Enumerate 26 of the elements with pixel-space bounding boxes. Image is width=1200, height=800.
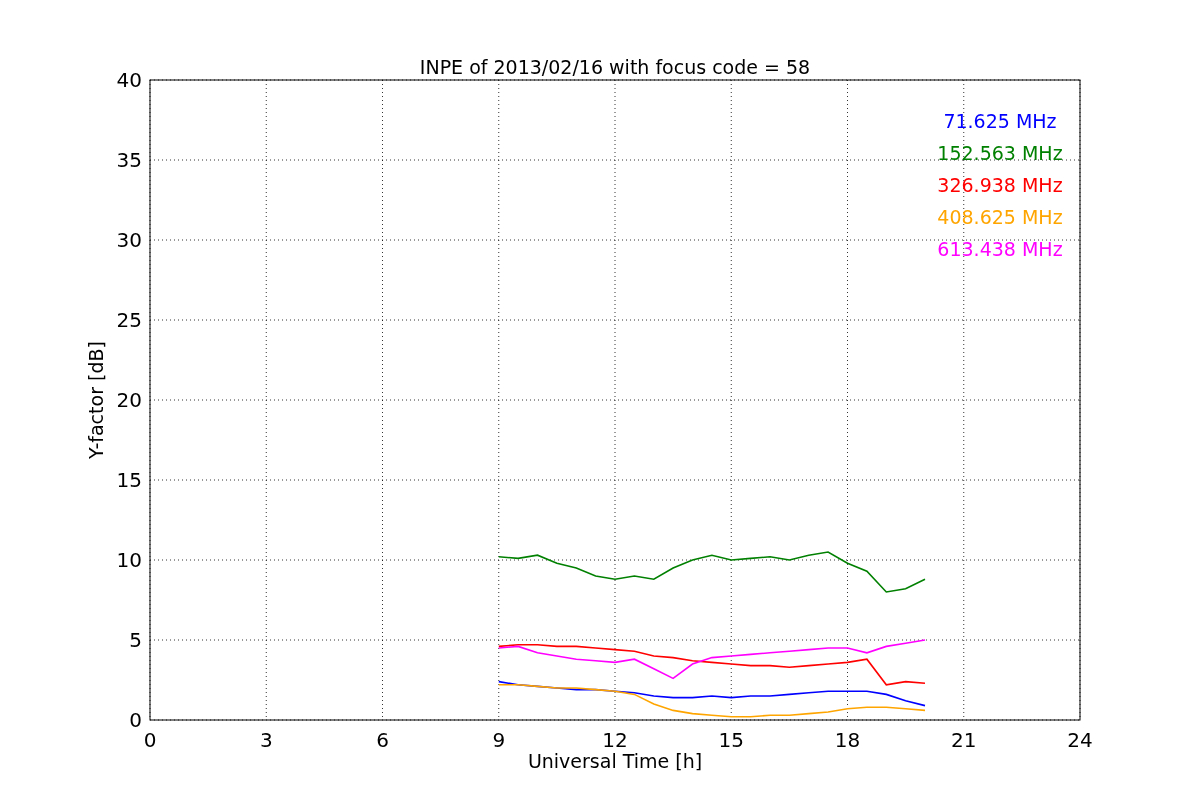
chart-title: INPE of 2013/02/16 with focus code = 58 xyxy=(419,56,811,78)
legend-label: 326.938 MHz xyxy=(937,174,1063,196)
y-tick-label: 25 xyxy=(116,308,142,332)
x-tick-label: 12 xyxy=(602,728,628,752)
y-tick-label: 35 xyxy=(116,148,142,172)
y-tick-label: 30 xyxy=(116,228,142,252)
x-tick-label: 6 xyxy=(376,728,389,752)
legend-label: 613.438 MHz xyxy=(937,238,1063,260)
x-axis-label: Universal Time [h] xyxy=(527,750,703,772)
x-tick-label: 0 xyxy=(143,728,157,752)
x-tick-label: 15 xyxy=(718,728,744,752)
y-tick-label: 20 xyxy=(116,388,142,412)
legend-label: 152.563 MHz xyxy=(937,142,1063,164)
x-tick-label: 3 xyxy=(259,728,273,752)
legend-label: 408.625 MHz xyxy=(937,206,1063,228)
x-tick-label: 18 xyxy=(834,728,861,752)
y-tick-label: 40 xyxy=(116,68,142,92)
y-tick-label: 15 xyxy=(116,468,142,492)
y-tick-label: 5 xyxy=(129,628,142,652)
x-tick-label: 24 xyxy=(1067,728,1093,752)
y-axis-label: Y-factor [dB] xyxy=(85,341,107,459)
x-tick-label: 9 xyxy=(492,728,506,752)
y-tick-label: 10 xyxy=(116,548,142,572)
y-tick-label: 0 xyxy=(129,708,142,732)
legend-label: 71.625 MHz xyxy=(943,110,1057,132)
x-tick-label: 21 xyxy=(951,728,977,752)
